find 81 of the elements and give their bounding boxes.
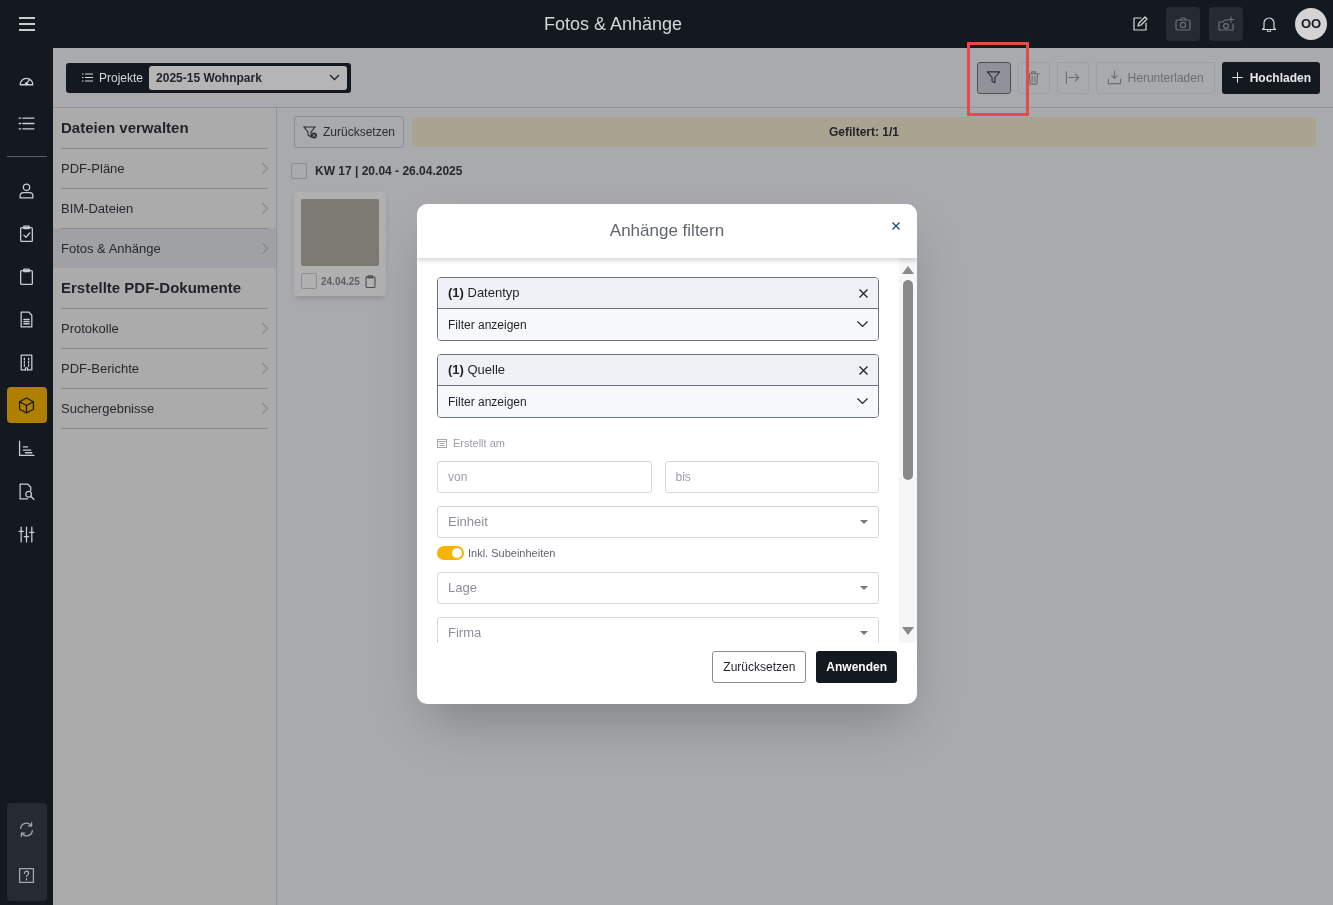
toggle-switch[interactable]: [437, 545, 464, 560]
filter-name: (1) Datentyp: [448, 284, 520, 303]
project-label: Projekte: [99, 69, 144, 87]
download-icon: [1106, 70, 1122, 85]
apply-button[interactable]: Anwenden: [816, 651, 897, 683]
scroll-down-icon[interactable]: [902, 627, 914, 635]
show-filter-toggle[interactable]: Filter anzeigen: [438, 386, 878, 417]
filter-icon: [986, 70, 1002, 85]
avatar[interactable]: OO: [1295, 8, 1327, 40]
project-dropdown[interactable]: 2025-15 Wohnpark: [149, 65, 348, 90]
window-title: Fotos & Anhänge: [543, 12, 683, 36]
section-heading: Erstellte PDF-Dokumente: [60, 277, 243, 298]
box-icon: [18, 396, 35, 414]
date-input[interactable]: von: [437, 460, 652, 493]
export-icon: [1065, 70, 1081, 85]
list-icon: [82, 73, 93, 82]
camera-icon: [1175, 16, 1191, 32]
clipboard-icon: [363, 274, 377, 288]
chevron-down-icon: [329, 74, 341, 81]
edit-icon: [1132, 16, 1148, 32]
chevron-right-icon: [262, 243, 268, 254]
user-icon: [18, 181, 35, 199]
scroll-up-icon[interactable]: [902, 266, 914, 274]
dropdown-arrow-icon: [860, 519, 868, 524]
checkbox[interactable]: [301, 273, 317, 289]
select-field[interactable]: Firma: [437, 617, 879, 643]
clipboard-icon: [18, 267, 35, 285]
checkbox[interactable]: [291, 163, 307, 179]
sidebar-item[interactable]: Suchergebnisse: [53, 388, 276, 428]
chevron-right-icon: [262, 323, 268, 334]
bell-icon: [1261, 16, 1277, 32]
calendar-icon: [437, 438, 447, 449]
dropdown-arrow-icon: [860, 586, 868, 590]
sidebar-item[interactable]: Protokolle: [53, 308, 276, 348]
sliders-icon: [18, 525, 35, 543]
filter-count: Gefiltert: 1/1: [829, 124, 900, 141]
chart-icon: [18, 439, 35, 457]
reset-filter-button[interactable]: Zurücksetzen: [294, 116, 405, 148]
sidebar-item[interactable]: PDF-Pläne: [53, 148, 276, 188]
filter-name: (1) Quelle: [448, 361, 506, 380]
photo-date: 24.04.25: [321, 274, 360, 289]
toggle-label: Inkl. Subeinheiten: [468, 545, 556, 561]
sidebar-item[interactable]: Fotos & Anhänge: [53, 228, 276, 268]
filter-button[interactable]: [976, 61, 1011, 94]
plus-button[interactable]: Hochladen: [1221, 61, 1320, 94]
camera-plus-icon: [1218, 16, 1234, 32]
date-input[interactable]: bis: [664, 460, 879, 493]
clipboard-check-icon: [18, 224, 35, 242]
chevron-down-icon: [857, 398, 868, 405]
chevron-right-icon: [262, 363, 268, 374]
trash-icon: [1026, 70, 1042, 85]
scrollbar[interactable]: [899, 258, 917, 643]
scroll-thumb[interactable]: [903, 280, 913, 480]
filter-clear-icon: [303, 125, 318, 139]
chevron-right-icon: [262, 163, 268, 174]
help-icon: [18, 866, 35, 884]
chevron-right-icon: [262, 203, 268, 214]
remove-icon[interactable]: [859, 365, 868, 375]
plus-icon: [1230, 71, 1244, 84]
reset-button[interactable]: Zurücksetzen: [712, 651, 807, 683]
menu-icon[interactable]: [17, 17, 36, 31]
sidebar-item[interactable]: PDF-Berichte: [53, 348, 276, 388]
chevron-down-icon: [857, 321, 868, 328]
select-field[interactable]: Einheit: [437, 505, 879, 538]
rail-item[interactable]: [6, 387, 47, 423]
section-heading: Dateien verwalten: [60, 117, 190, 138]
document-search-icon: [18, 482, 35, 500]
date-label: Erstellt am: [453, 436, 505, 451]
building-icon: [18, 353, 35, 371]
select-field[interactable]: Lage: [437, 572, 879, 604]
chevron-right-icon: [262, 403, 268, 414]
dialog-title: Anhänge filtern: [609, 220, 725, 243]
sync-icon: [18, 820, 35, 838]
week-heading: KW 17 | 20.04 - 26.04.2025: [315, 163, 463, 180]
sidebar-item[interactable]: BIM-Dateien: [53, 188, 276, 228]
show-filter-toggle[interactable]: Filter anzeigen: [438, 309, 878, 340]
close-icon[interactable]: [892, 222, 900, 230]
dropdown-arrow-icon: [860, 631, 868, 635]
remove-icon[interactable]: [859, 288, 868, 298]
project-selector[interactable]: Projekte 2025-15 Wohnpark: [66, 62, 352, 93]
document-icon: [18, 310, 35, 328]
